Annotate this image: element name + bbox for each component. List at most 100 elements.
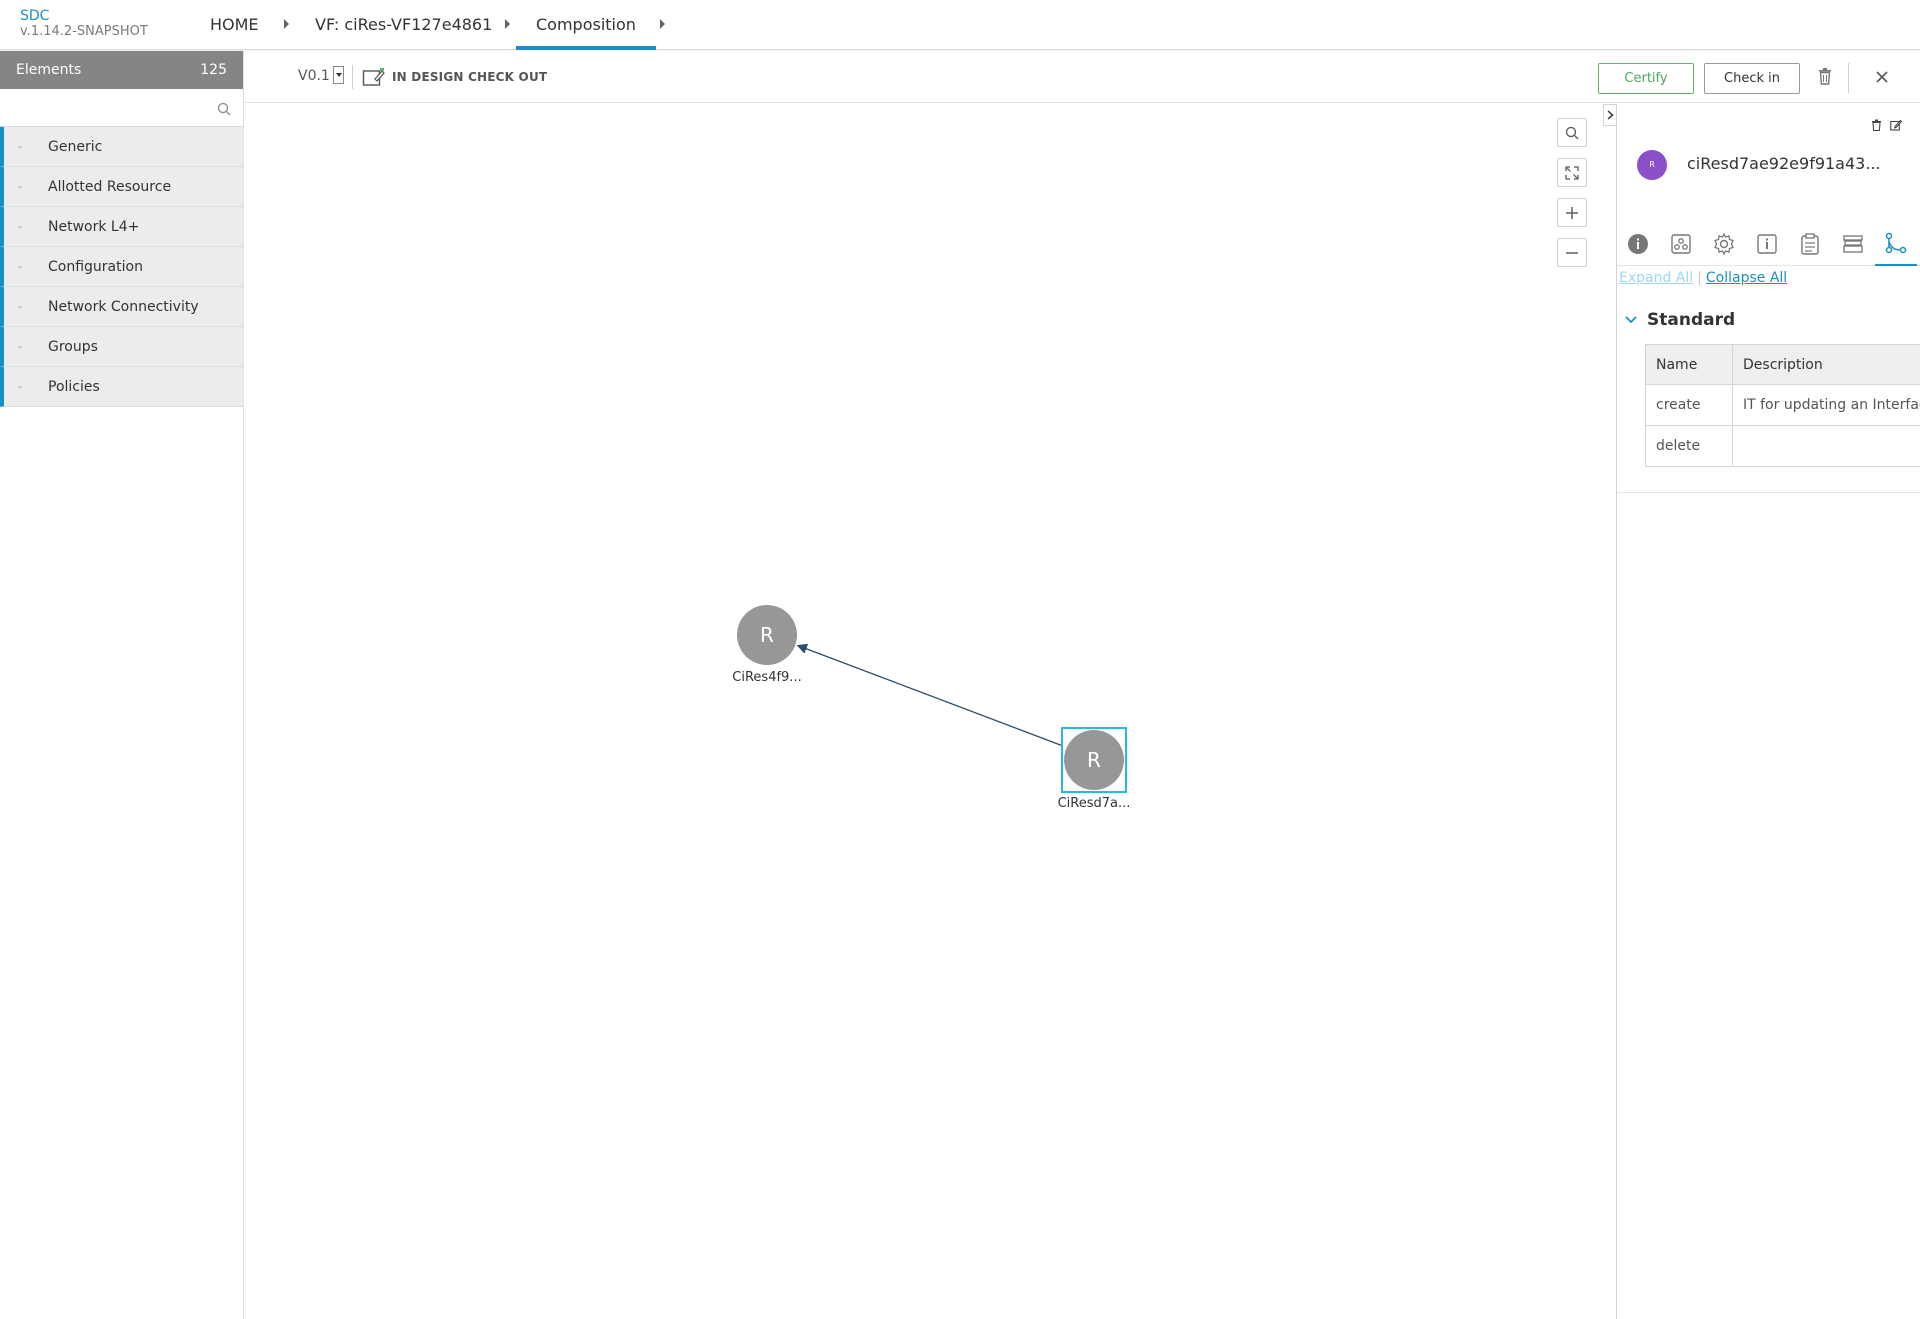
link-separator: | — [1697, 270, 1702, 286]
zoom-out-button[interactable] — [1557, 238, 1587, 267]
top-header: SDC v.1.14.2-SNAPSHOT HOME VF: ciRes-VF1… — [0, 0, 1920, 50]
operation-description: IT for updating an Interface — [1732, 384, 1920, 426]
collapse-dash-icon: - — [18, 220, 22, 233]
node-label: CiResd7a... — [1057, 796, 1131, 811]
tab-operations[interactable] — [1875, 222, 1917, 266]
collapse-dash-icon: - — [18, 140, 22, 153]
category-label: Configuration — [48, 259, 143, 275]
category-policies[interactable]: - Policies — [0, 367, 243, 407]
relations-icon — [1885, 232, 1907, 254]
category-label: Network Connectivity — [48, 299, 199, 315]
component-node-selected[interactable]: R — [1064, 730, 1124, 790]
version-value: V0.1 — [298, 68, 330, 84]
relation-edge[interactable] — [244, 104, 1616, 1319]
status-text: IN DESIGN CHECK OUT — [392, 70, 548, 84]
version-select[interactable]: V0.1 — [298, 66, 344, 85]
elements-title: Elements — [16, 62, 82, 78]
details-panel: R ciResd7ae92e9f91a43... Expand All | Coll… — [1603, 104, 1920, 1319]
category-network-l4[interactable]: - Network L4+ — [0, 207, 243, 247]
category-generic[interactable]: - Generic — [0, 127, 243, 167]
collapse-dash-icon: - — [18, 260, 22, 273]
checkout-edit-icon — [362, 68, 385, 86]
category-label: Network L4+ — [48, 219, 140, 235]
component-node[interactable]: R — [737, 605, 797, 665]
category-configuration[interactable]: - Configuration — [0, 247, 243, 287]
certify-button[interactable]: Certify — [1598, 63, 1694, 94]
interface-section-title: Standard — [1647, 310, 1736, 330]
lifecycle-status: IN DESIGN CHECK OUT — [362, 66, 547, 88]
category-label: Generic — [48, 139, 103, 155]
check-in-button[interactable]: Check in — [1704, 63, 1800, 94]
breadcrumb-caret-icon[interactable] — [284, 19, 289, 29]
chevron-down-icon — [1625, 316, 1637, 324]
collapse-dash-icon: - — [18, 300, 22, 313]
minus-icon — [1566, 251, 1578, 254]
chevron-down-icon[interactable] — [332, 66, 344, 84]
edit-icon[interactable] — [1890, 116, 1903, 135]
collapse-dash-icon: - — [18, 340, 22, 353]
column-header-description: Description — [1732, 344, 1920, 385]
tab-deployment-artifacts[interactable] — [1660, 222, 1702, 266]
breadcrumb-caret-icon[interactable] — [660, 19, 665, 29]
category-network-connectivity[interactable]: - Network Connectivity — [0, 287, 243, 327]
interface-section-header[interactable]: Standard — [1625, 310, 1735, 330]
expand-all-link[interactable]: Expand All — [1619, 270, 1693, 286]
trash-icon[interactable] — [1871, 116, 1882, 135]
info-filled-icon — [1628, 234, 1648, 254]
tab-general-info[interactable] — [1617, 222, 1659, 266]
trash-icon[interactable] — [1817, 67, 1833, 89]
tab-information[interactable] — [1746, 222, 1788, 266]
composition-toolbar: V0.1 IN DESIGN CHECK OUT Certify Check i… — [244, 51, 1920, 103]
search-icon[interactable] — [217, 101, 231, 120]
category-label: Policies — [48, 379, 100, 395]
table-row[interactable]: create IT for updating an Interface — [1645, 384, 1920, 426]
category-groups[interactable]: - Groups — [0, 327, 243, 367]
canvas-search-button[interactable] — [1557, 118, 1587, 147]
section-divider — [1617, 492, 1920, 493]
tab-api-artifacts[interactable] — [1832, 222, 1874, 266]
elements-count: 125 — [200, 62, 227, 78]
breadcrumb-vf[interactable]: VF: ciRes-VF127e4861 — [315, 0, 492, 50]
tab-properties[interactable] — [1703, 222, 1745, 266]
table-header-row: Name Description — [1645, 344, 1920, 385]
elements-search-input[interactable] — [0, 89, 243, 126]
info-icon — [1757, 234, 1777, 254]
brand[interactable]: SDC v.1.14.2-SNAPSHOT — [20, 8, 148, 40]
operation-name[interactable]: create — [1645, 384, 1733, 426]
operation-name[interactable]: delete — [1645, 425, 1733, 467]
component-title: ciResd7ae92e9f91a43... — [1687, 154, 1881, 173]
details-tabs — [1617, 222, 1920, 266]
category-label: Allotted Resource — [48, 179, 172, 195]
breadcrumb-home[interactable]: HOME — [210, 0, 259, 50]
collapse-dash-icon: - — [18, 180, 22, 193]
close-icon[interactable] — [1875, 69, 1889, 88]
search-icon — [1565, 126, 1579, 139]
composition-canvas[interactable]: R CiRes4f9... R CiResd7a... — [244, 104, 1616, 1319]
component-avatar: R — [1637, 150, 1667, 180]
category-allotted-resource[interactable]: - Allotted Resource — [0, 167, 243, 207]
operation-description — [1732, 425, 1920, 467]
tab-requirements[interactable] — [1789, 222, 1831, 266]
breadcrumb-composition[interactable]: Composition — [516, 0, 656, 50]
chevron-right-icon — [1607, 110, 1614, 120]
fit-to-screen-button[interactable] — [1557, 158, 1587, 187]
elements-panel: Elements 125 - Generic - Allotted Resource… — [0, 51, 244, 1319]
zoom-in-button[interactable] — [1557, 198, 1587, 227]
app-version: v.1.14.2-SNAPSHOT — [20, 24, 148, 39]
gear-icon — [1714, 232, 1734, 256]
elements-search — [0, 89, 243, 127]
toolbar-divider — [352, 65, 353, 89]
column-header-name: Name — [1645, 344, 1733, 385]
collapse-all-link[interactable]: Collapse All — [1706, 270, 1787, 286]
toolbar-divider — [1848, 63, 1849, 93]
archive-icon — [1843, 235, 1863, 253]
breadcrumb-caret-icon[interactable] — [505, 19, 510, 29]
table-row[interactable]: delete — [1645, 425, 1920, 467]
node-label: CiRes4f9... — [732, 670, 802, 685]
panel-actions — [1871, 116, 1903, 135]
collapse-dash-icon: - — [18, 380, 22, 393]
expand-icon — [1565, 165, 1579, 180]
operations-table: Name Description create IT for updating … — [1645, 344, 1920, 467]
brand-name: SDC — [20, 8, 50, 24]
panel-collapse-toggle[interactable] — [1603, 104, 1617, 126]
